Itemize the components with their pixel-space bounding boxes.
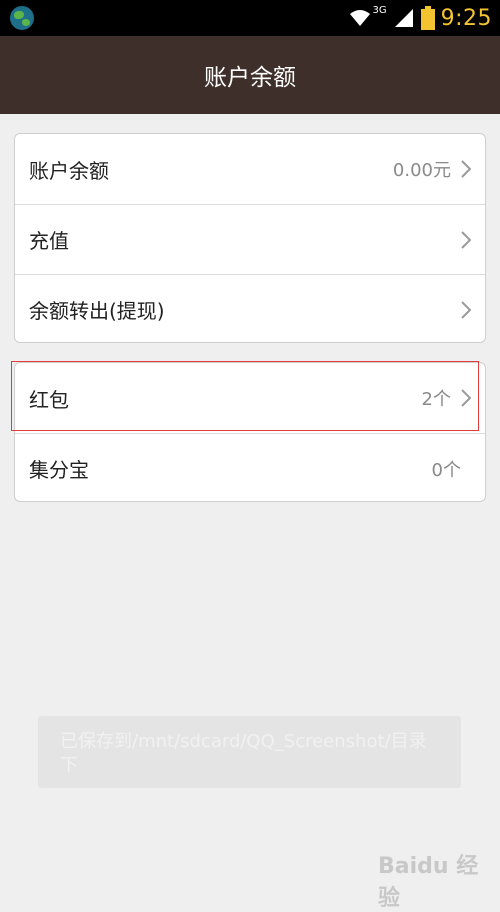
watermark: Baidu 经验 [378,838,496,911]
page-title: 账户余额 [204,65,296,91]
recharge-row[interactable]: 充值 [15,204,485,274]
signal-icon [394,9,413,27]
jifenbao-row[interactable]: 集分宝 0个 [15,433,485,501]
list-item-value: 0个 [431,459,461,481]
chevron-right-icon [461,389,471,407]
red-packet-row[interactable]: 红包 2个 [15,363,485,433]
battery-icon [420,6,435,30]
list-item-label: 集分宝 [29,458,89,482]
list-item-value: 2个 [421,389,451,410]
chevron-right-icon [461,230,471,249]
chevron-right-icon [461,300,471,319]
watermark-text: Baidu 经验 [378,854,479,911]
balance-group: 账户余额 0.00元 充值 余额转出(提现) [14,133,486,343]
title-bar: 账户余额 [0,36,500,114]
list-item-label: 红包 [29,387,69,412]
list-item-label: 账户余额 [29,158,109,183]
status-bar: 3G 9:25 [0,0,500,36]
rewards-group: 红包 2个 集分宝 0个 [14,362,486,502]
withdraw-row[interactable]: 余额转出(提现) [15,274,485,342]
account-balance-row[interactable]: 账户余额 0.00元 [15,134,485,204]
globe-icon [10,6,34,30]
toast-message: 已保存到/mnt/sdcard/QQ_Screenshot/目录下 [38,716,461,788]
wifi-icon [350,10,371,26]
network-type-label: 3G [372,4,387,16]
chevron-right-icon [461,160,471,178]
clock: 9:25 [440,5,492,31]
status-icons: 3G 9:25 [348,0,492,36]
list-item-label: 充值 [29,229,69,253]
list-item-label: 余额转出(提现) [29,299,165,323]
list-item-value: 0.00元 [392,160,451,181]
